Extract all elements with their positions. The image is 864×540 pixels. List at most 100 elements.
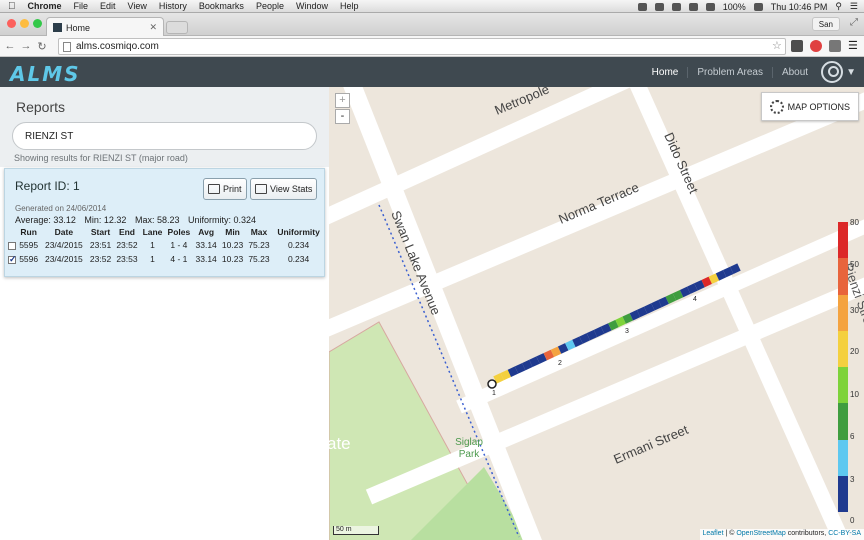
tab-home[interactable]: Home ✕ xyxy=(46,17,164,37)
light-segment[interactable] xyxy=(708,273,720,284)
back-icon[interactable]: ← xyxy=(2,40,18,52)
license-link[interactable]: CC-BY-SA xyxy=(828,530,861,537)
bookmark-star-icon[interactable]: ☆ xyxy=(772,39,782,52)
light-segment[interactable] xyxy=(701,276,712,288)
legend-tick: 10 xyxy=(850,390,859,399)
battery-percent[interactable]: 100% xyxy=(723,2,746,12)
window-zoom-button[interactable] xyxy=(33,19,42,28)
window-close-button[interactable] xyxy=(7,19,16,28)
cell-date: 23/4/2015 xyxy=(44,240,83,250)
light-segment[interactable] xyxy=(651,299,662,311)
map-options-button[interactable]: MAP OPTIONS xyxy=(760,92,859,121)
osm-link[interactable]: OpenStreetMap xyxy=(736,530,785,537)
menu-chrome[interactable]: Chrome xyxy=(28,1,62,11)
menu-help[interactable]: Help xyxy=(340,1,359,11)
battery-icon[interactable] xyxy=(753,2,763,11)
light-segment[interactable] xyxy=(636,306,648,318)
light-segment[interactable] xyxy=(493,373,504,384)
apple-menu-icon[interactable]:  xyxy=(8,1,16,12)
light-segment[interactable] xyxy=(536,353,547,364)
light-segment[interactable] xyxy=(500,369,512,381)
light-segment[interactable] xyxy=(629,309,641,321)
light-segment[interactable] xyxy=(579,333,590,344)
map-canvas[interactable]: 1 2 3 4 Metropole Dido Street Norma Terr… xyxy=(329,87,864,540)
reload-icon[interactable]: ↻ xyxy=(34,40,50,53)
light-segment[interactable] xyxy=(672,289,684,301)
window-minimize-button[interactable] xyxy=(20,19,29,28)
chrome-menu-icon[interactable]: ☰ xyxy=(848,40,860,52)
tray-sync-icon[interactable] xyxy=(671,2,681,11)
map-options-label: MAP OPTIONS xyxy=(787,101,850,112)
results-note: Showing results for RIENZI ST (major roa… xyxy=(14,153,188,163)
address-bar[interactable]: alms.cosmiqo.com xyxy=(58,38,786,55)
light-segment[interactable] xyxy=(522,359,533,371)
forward-icon[interactable]: → xyxy=(18,40,34,52)
light-segment[interactable] xyxy=(665,293,677,304)
light-segment[interactable] xyxy=(687,283,698,294)
light-segment[interactable] xyxy=(593,326,605,338)
spotlight-icon[interactable]: ⚲ xyxy=(835,1,842,12)
menu-view[interactable]: View xyxy=(128,1,147,11)
light-segment[interactable] xyxy=(615,316,626,328)
tray-app-icon[interactable] xyxy=(637,2,647,11)
light-segment[interactable] xyxy=(543,349,555,361)
print-button[interactable]: Print xyxy=(203,178,247,200)
nav-problem-areas[interactable]: Problem Areas xyxy=(688,66,773,78)
run-checkbox[interactable] xyxy=(7,254,17,265)
light-segment[interactable] xyxy=(586,329,598,341)
light-segment[interactable] xyxy=(572,336,583,348)
light-segment[interactable] xyxy=(730,263,741,274)
table-row[interactable]: 5596 23/4/2015 23:52 23:53 1 4 - 1 33.14… xyxy=(7,252,325,266)
clock[interactable]: Thu 10:46 PM xyxy=(771,2,828,12)
view-stats-button[interactable]: View Stats xyxy=(250,178,318,200)
light-segment[interactable] xyxy=(608,319,619,331)
road-search-input[interactable] xyxy=(12,122,317,150)
pocket-extension-icon[interactable] xyxy=(791,40,803,52)
menu-bookmarks[interactable]: Bookmarks xyxy=(199,1,244,11)
user-caret-icon[interactable]: ▼ xyxy=(846,67,856,78)
cell-uniformity: 0.234 xyxy=(287,254,310,264)
light-segment[interactable] xyxy=(722,266,734,278)
tray-volume-icon[interactable] xyxy=(705,2,715,11)
menu-history[interactable]: History xyxy=(159,1,187,11)
light-segment[interactable] xyxy=(550,346,562,358)
light-segment[interactable] xyxy=(514,363,526,374)
user-account-icon[interactable] xyxy=(821,61,844,83)
zoom-out-button[interactable]: - xyxy=(335,109,350,124)
notification-center-icon[interactable]: ☰ xyxy=(850,1,858,12)
light-segment[interactable] xyxy=(715,270,727,281)
light-segment[interactable] xyxy=(658,296,669,308)
menu-window[interactable]: Window xyxy=(296,1,328,11)
fullscreen-icon[interactable]: ⤢ xyxy=(850,17,858,28)
light-segment[interactable] xyxy=(529,356,540,368)
page-icon xyxy=(63,41,71,52)
new-tab-button[interactable] xyxy=(166,21,188,34)
light-segment[interactable] xyxy=(507,366,519,377)
table-row[interactable]: 5595 23/4/2015 23:51 23:52 1 1 - 4 33.14… xyxy=(7,238,325,252)
tray-dropbox-icon[interactable] xyxy=(654,2,664,11)
light-segment[interactable] xyxy=(694,279,705,291)
alms-logo[interactable]: ALMS xyxy=(10,62,81,86)
tab-close-icon[interactable]: ✕ xyxy=(149,22,157,33)
nav-home[interactable]: Home xyxy=(643,66,689,78)
light-segment[interactable] xyxy=(557,343,569,354)
light-segment[interactable] xyxy=(565,339,576,351)
light-segment[interactable] xyxy=(679,286,691,298)
menu-people[interactable]: People xyxy=(256,1,284,11)
extension-icon[interactable] xyxy=(829,40,841,52)
nav-about[interactable]: About xyxy=(773,67,817,78)
light-segment[interactable] xyxy=(622,313,634,324)
light-segment[interactable] xyxy=(600,323,612,334)
menu-edit[interactable]: Edit xyxy=(100,1,116,11)
leaflet-link[interactable]: Leaflet xyxy=(703,530,724,537)
adblock-extension-icon[interactable] xyxy=(810,40,822,52)
pole-marker-1[interactable] xyxy=(487,379,497,389)
run-checkbox[interactable] xyxy=(7,241,16,250)
zoom-in-button[interactable]: + xyxy=(335,93,350,108)
light-segment[interactable] xyxy=(644,303,655,314)
legend-tick: 50 xyxy=(850,260,859,269)
tray-wifi-icon[interactable] xyxy=(688,2,698,11)
menu-file[interactable]: File xyxy=(74,1,89,11)
profile-button[interactable]: San xyxy=(811,17,840,31)
map-view[interactable]: 1 2 3 4 Metropole Dido Street Norma Terr… xyxy=(329,87,864,540)
